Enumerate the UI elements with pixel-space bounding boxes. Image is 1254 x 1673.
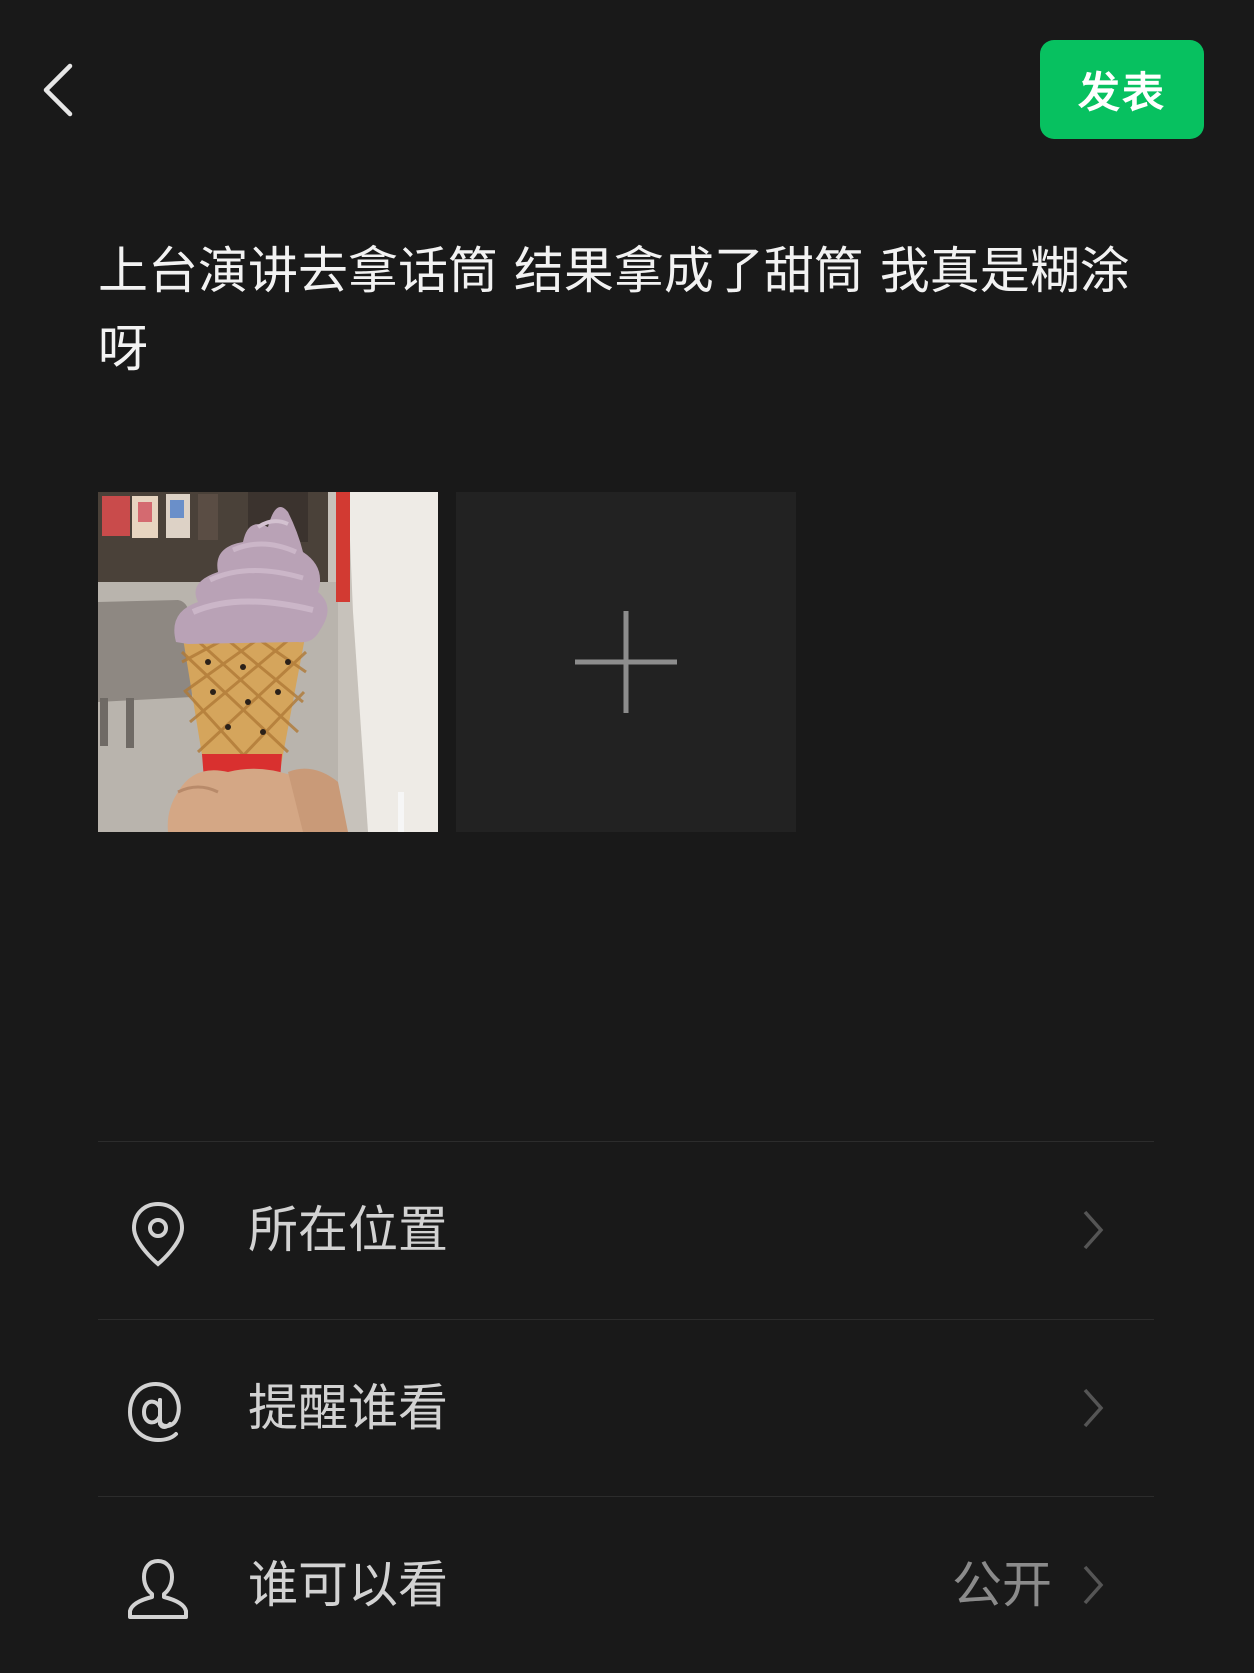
mention-row[interactable]: 提醒谁看 xyxy=(98,1320,1154,1496)
add-photo-button[interactable] xyxy=(456,492,796,832)
visibility-value: 公开 xyxy=(952,1556,1052,1614)
photo-thumbnail[interactable] xyxy=(98,492,438,832)
visibility-row[interactable]: 谁可以看 公开 xyxy=(98,1497,1154,1673)
plus-icon xyxy=(575,611,677,713)
post-text[interactable]: 上台演讲去拿话筒 结果拿成了甜筒 我真是糊涂呀 xyxy=(98,232,1158,388)
chevron-right-icon xyxy=(1083,1210,1104,1250)
chevron-right-icon xyxy=(1083,1565,1104,1605)
ice-cream-photo xyxy=(98,492,438,832)
visibility-label: 谁可以看 xyxy=(248,1556,448,1614)
location-label: 所在位置 xyxy=(248,1201,448,1259)
back-button[interactable] xyxy=(30,50,100,130)
location-row[interactable]: 所在位置 xyxy=(98,1142,1154,1318)
at-icon xyxy=(127,1381,181,1443)
chevron-right-icon xyxy=(1083,1388,1104,1428)
location-pin-icon xyxy=(131,1201,185,1267)
mention-label: 提醒谁看 xyxy=(248,1379,448,1437)
chevron-left-icon xyxy=(43,63,73,117)
person-icon xyxy=(128,1559,188,1619)
publish-button[interactable]: 发表 xyxy=(1040,40,1204,139)
